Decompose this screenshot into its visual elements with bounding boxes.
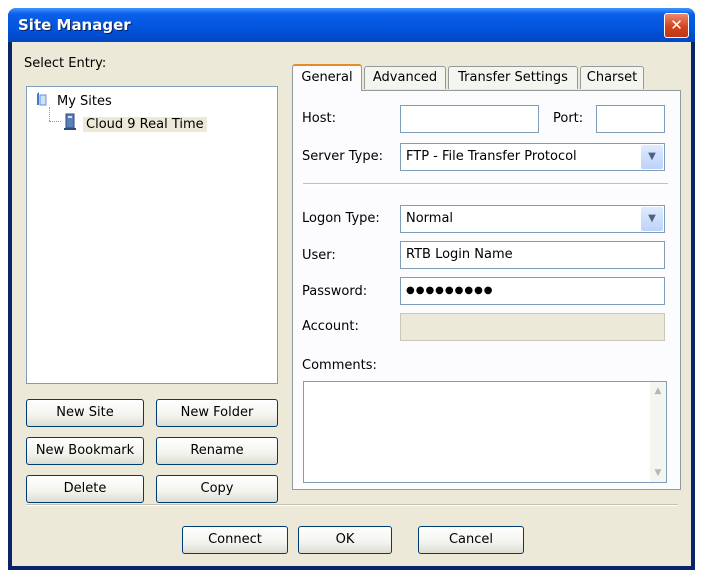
title-bar: Site Manager ✕ [8, 8, 695, 42]
password-input[interactable]: ●●●●●●●●● [400, 277, 665, 305]
comments-scrollbar[interactable]: ▲ ▼ [650, 382, 666, 482]
tree-item-label: Cloud 9 Real Time [83, 116, 207, 132]
new-bookmark-button[interactable]: New Bookmark [26, 437, 144, 465]
tab-charset[interactable]: Charset [580, 66, 644, 89]
site-tree[interactable]: My Sites Cloud 9 Real Time [26, 86, 278, 384]
tree-connector [49, 121, 61, 122]
scroll-down-icon[interactable]: ▼ [651, 465, 665, 481]
general-tab-panel: Host: Port: Server Type: FTP - File Tran… [292, 90, 681, 490]
server-type-value: FTP - File Transfer Protocol [406, 149, 577, 164]
chevron-down-icon[interactable]: ▼ [641, 207, 663, 231]
section-divider [303, 183, 668, 185]
user-input[interactable]: RTB Login Name [400, 241, 665, 269]
dialog-client-area: Select Entry: My Sites Cloud 9 Real Time… [12, 42, 691, 566]
chevron-down-icon[interactable]: ▼ [641, 145, 663, 169]
tab-general[interactable]: General [292, 64, 362, 91]
cancel-button[interactable]: Cancel [418, 526, 524, 554]
user-label: User: [302, 248, 336, 263]
password-label: Password: [302, 284, 368, 299]
logon-type-select[interactable]: Normal ▼ [400, 205, 665, 233]
server-type-label: Server Type: [302, 149, 384, 164]
tree-connector [49, 107, 50, 121]
footer-divider [26, 504, 678, 506]
new-folder-button[interactable]: New Folder [156, 399, 278, 427]
ok-button[interactable]: OK [298, 526, 392, 554]
port-input[interactable] [596, 105, 665, 133]
connect-button[interactable]: Connect [182, 526, 288, 554]
tab-advanced[interactable]: Advanced [364, 66, 446, 89]
new-site-button[interactable]: New Site [26, 399, 144, 427]
logon-type-value: Normal [406, 211, 454, 226]
server-type-select[interactable]: FTP - File Transfer Protocol ▼ [400, 143, 665, 171]
port-label: Port: [553, 111, 584, 126]
tree-item-label: My Sites [57, 93, 112, 109]
server-icon [63, 113, 77, 135]
tab-transfer-settings[interactable]: Transfer Settings [448, 66, 578, 89]
close-icon: ✕ [670, 16, 683, 34]
tree-item-cloud-9-real-time[interactable]: Cloud 9 Real Time [63, 113, 207, 135]
comments-textarea[interactable]: ▲ ▼ [303, 381, 667, 483]
host-input[interactable] [400, 105, 539, 133]
rename-button[interactable]: Rename [156, 437, 278, 465]
tree-item-my-sites[interactable]: My Sites [35, 91, 112, 111]
copy-button[interactable]: Copy [156, 475, 278, 503]
logon-type-label: Logon Type: [302, 211, 380, 226]
close-button[interactable]: ✕ [664, 13, 689, 38]
scroll-up-icon[interactable]: ▲ [651, 383, 665, 399]
site-manager-window: Site Manager ✕ Select Entry: My Sites Cl… [8, 8, 695, 570]
select-entry-label: Select Entry: [24, 56, 107, 71]
window-title: Site Manager [18, 16, 131, 34]
account-input [400, 313, 665, 341]
delete-button[interactable]: Delete [26, 475, 144, 503]
comments-label: Comments: [302, 358, 377, 373]
host-label: Host: [302, 111, 336, 126]
account-label: Account: [302, 319, 359, 334]
